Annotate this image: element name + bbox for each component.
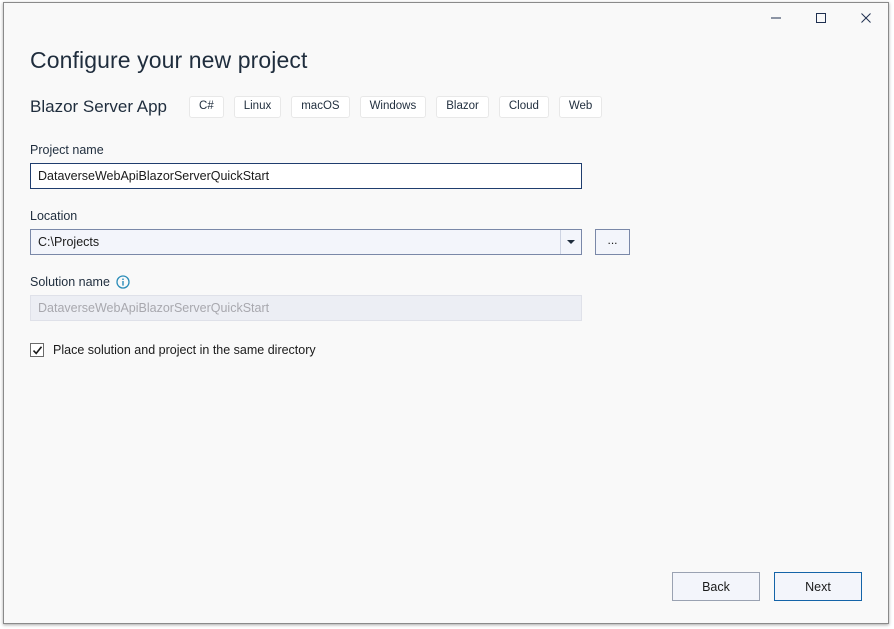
template-tag: macOS: [291, 96, 349, 118]
browse-button[interactable]: ...: [595, 229, 630, 255]
configure-project-dialog: Configure your new project Blazor Server…: [3, 2, 889, 624]
project-name-label-text: Project name: [30, 143, 104, 157]
minimize-icon: [770, 12, 782, 24]
info-icon[interactable]: [116, 275, 130, 289]
maximize-button[interactable]: [798, 3, 843, 33]
checkmark-icon: [32, 345, 43, 356]
solution-name-label-text: Solution name: [30, 275, 110, 289]
close-icon: [860, 12, 872, 24]
location-value: C:\Projects: [31, 235, 560, 249]
location-row: C:\Projects ...: [30, 229, 862, 255]
template-tag-list: C# Linux macOS Windows Blazor Cloud Web: [189, 96, 602, 118]
title-bar: [4, 3, 888, 33]
back-button[interactable]: Back: [672, 572, 760, 601]
dialog-footer: Back Next: [672, 572, 862, 601]
same-directory-row[interactable]: Place solution and project in the same d…: [30, 343, 862, 357]
same-directory-checkbox[interactable]: [30, 343, 44, 357]
maximize-icon: [815, 12, 827, 24]
chevron-down-icon[interactable]: [560, 230, 581, 254]
location-label: Location: [30, 209, 862, 223]
page-title: Configure your new project: [30, 33, 862, 74]
close-button[interactable]: [843, 3, 888, 33]
template-tag: Web: [559, 96, 602, 118]
project-name-input[interactable]: DataverseWebApiBlazorServerQuickStart: [30, 163, 582, 189]
template-name: Blazor Server App: [30, 97, 167, 117]
location-label-text: Location: [30, 209, 77, 223]
template-summary: Blazor Server App C# Linux macOS Windows…: [30, 96, 862, 118]
project-name-label: Project name: [30, 143, 862, 157]
template-tag: C#: [189, 96, 224, 118]
same-directory-label: Place solution and project in the same d…: [53, 343, 316, 357]
template-tag: Linux: [234, 96, 282, 118]
minimize-button[interactable]: [753, 3, 798, 33]
template-tag: Windows: [360, 96, 427, 118]
solution-name-input: DataverseWebApiBlazorServerQuickStart: [30, 295, 582, 321]
location-combobox[interactable]: C:\Projects: [30, 229, 582, 255]
template-tag: Cloud: [499, 96, 549, 118]
dialog-content: Configure your new project Blazor Server…: [4, 33, 888, 623]
next-button[interactable]: Next: [774, 572, 862, 601]
template-tag: Blazor: [436, 96, 489, 118]
solution-name-label: Solution name: [30, 275, 862, 289]
